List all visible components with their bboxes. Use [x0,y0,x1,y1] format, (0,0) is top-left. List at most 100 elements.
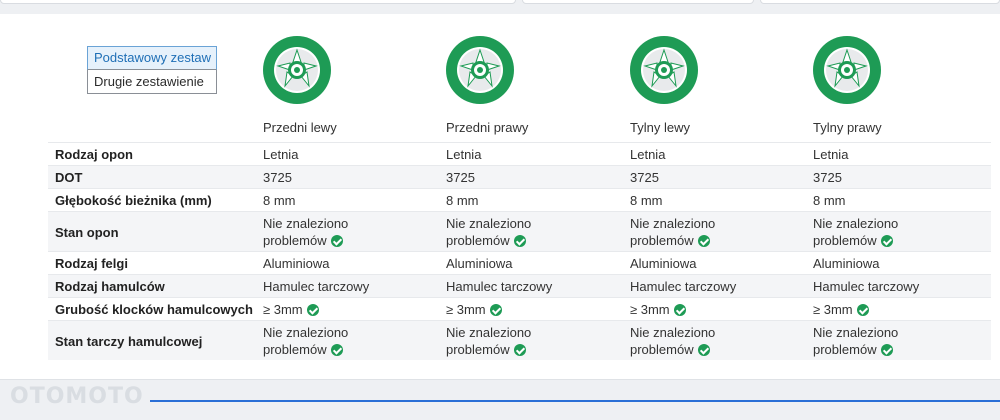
table-cell: 3725 [263,169,292,186]
table-cell: Nie znaleziono problemów [446,215,531,249]
set-toggle: Podstawowy zestaw Drugie zestawienie [87,46,217,94]
cell-value: Hamulec tarczowy [446,279,553,294]
cell-value: 3725 [263,170,292,185]
cell-line: Nie znaleziono [446,325,532,340]
cell-line: problemów [263,341,348,358]
cell-line: Nie znaleziono [263,325,349,340]
tire-table: Rodzaj opon Letnia Letnia Letnia Letnia DOT 37… [48,142,991,360]
row-label: DOT [55,170,83,185]
table-cell: ≥ 3mm [630,301,686,318]
cell-status-text: problemów [813,233,877,248]
cell-value: Letnia [813,147,849,162]
cell-status-text: problemów [446,233,510,248]
top-card-left [0,0,516,4]
cell-line: problemów [446,232,531,249]
check-circle-icon [330,344,343,356]
table-cell: Letnia [813,146,848,163]
watermark-logo: OTOMOTO [10,384,144,409]
table-cell: 3725 [630,169,659,186]
table-row: DOT 3725 3725 3725 3725 [48,165,991,188]
cell-line: problemów [813,232,898,249]
cell-line: problemów [263,232,348,249]
table-row: Rodzaj opon Letnia Letnia Letnia Letnia [48,142,991,165]
check-circle-icon [489,304,502,316]
check-circle-icon [513,344,526,356]
cell-value: ≥ 3mm [630,302,670,317]
table-cell: Aluminiowa [813,255,879,272]
table-cell: Hamulec tarczowy [630,278,736,295]
table-cell: ≥ 3mm [813,301,869,318]
table-row: Głębokość bieżnika (mm) 8 mm 8 mm 8 mm 8 mm [48,188,991,211]
table-cell: Hamulec tarczowy [263,278,369,295]
cell-status-text: problemów [263,233,327,248]
cell-line: problemów [630,232,715,249]
table-cell: Letnia [630,146,665,163]
cell-status-text: problemów [446,342,510,357]
cell-line: Nie znaleziono [813,216,899,231]
check-circle-icon [856,304,869,316]
table-row: Rodzaj felgi Aluminiowa Aluminiowa Aluminio… [48,251,991,274]
table-cell: Nie znaleziono problemów [630,215,715,249]
bottom-divider [150,400,1000,402]
table-cell: Aluminiowa [630,255,696,272]
check-circle-icon [673,304,686,316]
cell-value: Aluminiowa [263,256,330,271]
cell-status-text: problemów [813,342,877,357]
table-row: Rodzaj hamulców Hamulec tarczowy Hamulec t… [48,274,991,297]
cell-value: 3725 [813,170,842,185]
table-cell: Nie znaleziono problemów [813,215,898,249]
table-cell: Hamulec tarczowy [446,278,552,295]
check-circle-icon [880,235,893,247]
cell-value: Hamulec tarczowy [813,279,920,294]
cell-value: 3725 [446,170,475,185]
basic-set-button[interactable]: Podstawowy zestaw [87,46,217,70]
column-header: Tylny lewy [630,120,690,135]
row-label: Stan opon [55,224,119,240]
cell-status-text: problemów [630,233,694,248]
table-cell: Nie znaleziono problemów [630,324,715,358]
cell-value: ≥ 3mm [446,302,486,317]
table-cell: 3725 [446,169,475,186]
cell-value: Letnia [263,147,299,162]
cell-status-text: problemów [263,342,327,357]
table-cell: Aluminiowa [263,255,329,272]
table-cell: 8 mm [263,192,296,209]
cell-value: ≥ 3mm [813,302,853,317]
cell-line: Nie znaleziono [630,325,716,340]
column-header: Tylny prawy [813,120,882,135]
top-card-middle [522,0,754,4]
wheel-icon [813,36,881,104]
table-cell: Hamulec tarczowy [813,278,919,295]
table-cell: Nie znaleziono problemów [263,324,348,358]
wheel-icon [630,36,698,104]
table-row: Stan opon Nie znaleziono problemów Nie znal… [48,211,991,251]
cell-value: 8 mm [630,193,663,208]
table-cell: 3725 [813,169,842,186]
cell-value: 8 mm [813,193,846,208]
cell-value: Letnia [630,147,666,162]
cell-value: Aluminiowa [446,256,513,271]
table-cell: 8 mm [446,192,479,209]
wheel-icon [446,36,514,104]
cell-line: Nie znaleziono [446,216,532,231]
table-row: Grubość klocków hamulcowych ≥ 3mm ≥ 3mm ≥ 3… [48,297,991,320]
check-circle-icon [880,344,893,356]
cell-value: Letnia [446,147,482,162]
top-strip [0,0,1000,14]
table-cell: 8 mm [813,192,846,209]
cell-line: problemów [630,341,715,358]
tire-comparison-panel: Podstawowy zestaw Drugie zestawienie Prz… [0,14,1000,380]
cell-value: ≥ 3mm [263,302,303,317]
column-header: Przedni lewy [263,120,337,135]
table-cell: Letnia [446,146,481,163]
column-header: Przedni prawy [446,120,529,135]
table-cell: ≥ 3mm [263,301,319,318]
table-row: Stan tarczy hamulcowej Nie znaleziono prob… [48,320,991,360]
cell-line: Nie znaleziono [813,325,899,340]
cell-status-text: problemów [630,342,694,357]
table-cell: Nie znaleziono problemów [446,324,531,358]
table-cell: Nie znaleziono problemów [263,215,348,249]
cell-value: 3725 [630,170,659,185]
second-set-button[interactable]: Drugie zestawienie [87,70,217,94]
table-cell: Nie znaleziono problemów [813,324,898,358]
